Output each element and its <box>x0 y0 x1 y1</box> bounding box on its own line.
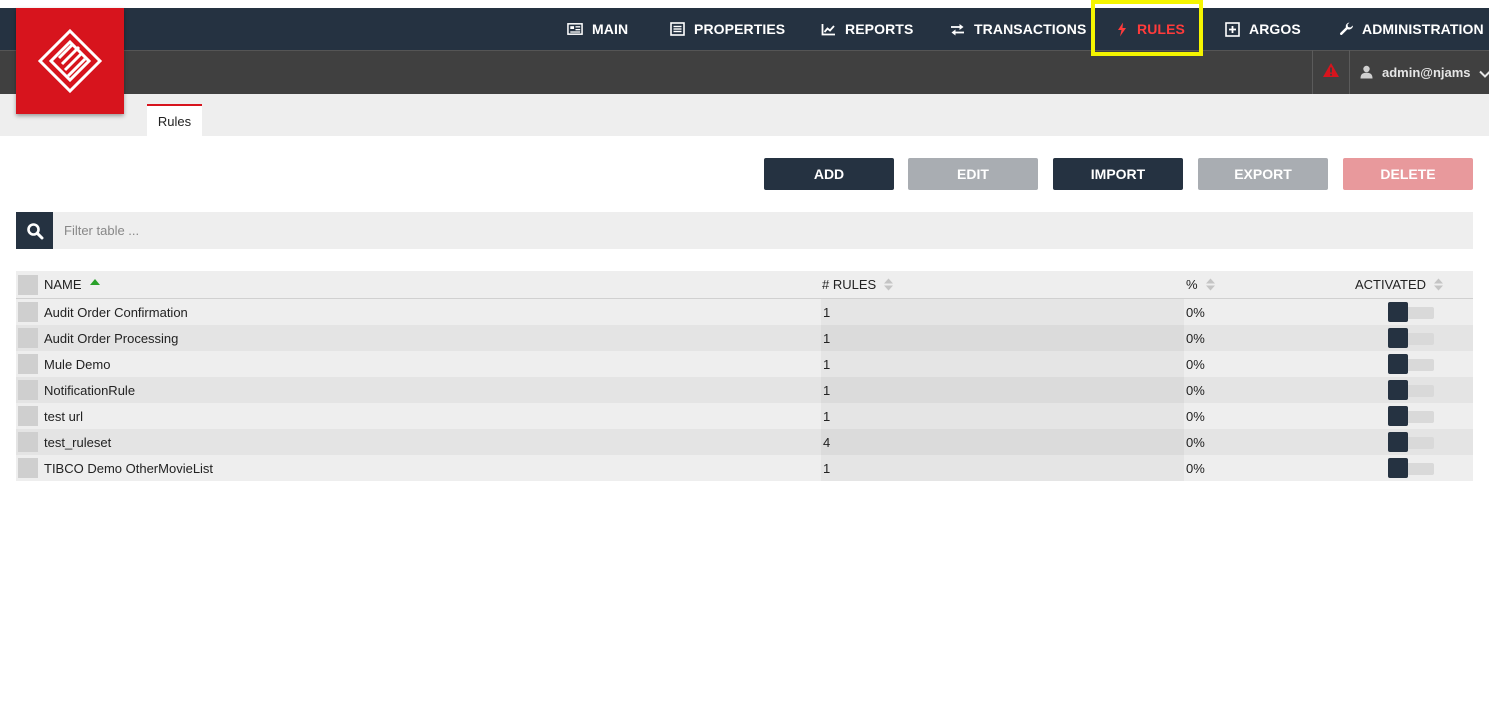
rule-count: 1 <box>823 460 831 476</box>
tab-strip <box>0 94 1489 136</box>
nav-properties[interactable]: PROPERTIES <box>669 8 785 50</box>
row-checkbox[interactable] <box>18 302 38 322</box>
activated-toggle[interactable] <box>1388 458 1435 478</box>
rule-count: 1 <box>823 408 831 424</box>
row-checkbox[interactable] <box>18 406 38 426</box>
col-activated-label: ACTIVATED <box>1355 277 1427 292</box>
table-row[interactable]: TIBCO Demo OtherMovieList 1 0% <box>16 455 1473 481</box>
row-checkbox[interactable] <box>18 458 38 478</box>
row-checkbox[interactable] <box>18 328 38 348</box>
rule-percent: 0% <box>1186 434 1205 450</box>
nav-reports[interactable]: REPORTS <box>820 8 913 50</box>
col-rules-header[interactable]: # RULES <box>822 271 894 298</box>
col-percent-header[interactable]: % <box>1186 271 1215 298</box>
rule-name: test url <box>44 408 84 424</box>
col-name-label: NAME <box>44 277 82 292</box>
logo-icon <box>37 28 103 94</box>
nav-main-label: MAIN <box>592 21 629 37</box>
rule-count: 1 <box>823 382 831 398</box>
search-icon[interactable] <box>16 212 53 249</box>
nav-reports-label: REPORTS <box>845 21 914 37</box>
newspaper-icon <box>567 21 583 37</box>
rule-name: Audit Order Confirmation <box>44 304 188 320</box>
divider <box>1312 50 1313 94</box>
table-row[interactable]: Audit Order Processing 1 0% <box>16 325 1473 351</box>
activated-toggle[interactable] <box>1388 354 1435 374</box>
edit-button[interactable]: EDIT <box>908 158 1038 190</box>
rule-count: 1 <box>823 330 831 346</box>
col-activated-header[interactable]: ACTIVATED <box>1355 271 1444 298</box>
rules-table: NAME # RULES % ACTIVATED Audit Order Con… <box>16 271 1473 481</box>
row-checkbox[interactable] <box>18 380 38 400</box>
chart-line-icon <box>820 21 836 37</box>
nav-properties-label: PROPERTIES <box>694 21 786 37</box>
rule-name: test_ruleset <box>44 434 112 450</box>
rule-name: NotificationRule <box>44 382 136 398</box>
warning-icon[interactable] <box>1322 62 1340 80</box>
rule-count: 4 <box>823 434 831 450</box>
activated-toggle[interactable] <box>1388 432 1435 452</box>
rule-percent: 0% <box>1186 460 1205 476</box>
col-name-header[interactable]: NAME <box>44 271 100 298</box>
plus-square-icon <box>1224 21 1240 37</box>
divider <box>1349 50 1350 94</box>
col-percent-label: % <box>1186 277 1198 292</box>
rule-percent: 0% <box>1186 330 1205 346</box>
nav-rules[interactable]: RULES <box>1116 8 1185 50</box>
sort-asc-icon <box>89 279 100 285</box>
import-button[interactable]: IMPORT <box>1053 158 1183 190</box>
sort-icon <box>1205 278 1215 291</box>
nav-administration-label: ADMINISTRATION <box>1362 21 1484 37</box>
exchange-icon <box>949 21 965 37</box>
filter-input[interactable] <box>55 212 1465 249</box>
app-logo[interactable] <box>16 8 124 114</box>
rule-name: TIBCO Demo OtherMovieList <box>44 460 214 476</box>
rule-percent: 0% <box>1186 408 1205 424</box>
activated-toggle[interactable] <box>1388 302 1435 322</box>
sort-icon <box>1434 278 1444 291</box>
nav-transactions-label: TRANSACTIONS <box>974 21 1087 37</box>
user-menu[interactable]: admin@njams <box>1360 50 1489 94</box>
table-header: NAME # RULES % ACTIVATED <box>16 271 1473 299</box>
row-checkbox[interactable] <box>18 354 38 374</box>
nav-argos[interactable]: ARGOS <box>1224 8 1301 50</box>
table-row[interactable]: NotificationRule 1 0% <box>16 377 1473 403</box>
activated-toggle[interactable] <box>1388 406 1435 426</box>
bolt-icon <box>1116 21 1128 37</box>
rule-name: Audit Order Processing <box>44 330 179 346</box>
col-rules-label: # RULES <box>822 277 877 292</box>
user-bar <box>0 50 1489 94</box>
select-all-checkbox[interactable] <box>18 275 38 295</box>
rule-count: 1 <box>823 356 831 372</box>
table-row[interactable]: test url 1 0% <box>16 403 1473 429</box>
nav-transactions[interactable]: TRANSACTIONS <box>949 8 1086 50</box>
rule-percent: 0% <box>1186 382 1205 398</box>
tab-rules[interactable]: Rules <box>147 104 202 136</box>
add-button[interactable]: ADD <box>764 158 894 190</box>
user-name: admin@njams <box>1382 64 1471 80</box>
table-row[interactable]: Mule Demo 1 0% <box>16 351 1473 377</box>
activated-toggle[interactable] <box>1388 380 1435 400</box>
rule-name: Mule Demo <box>44 356 111 372</box>
nav-rules-label: RULES <box>1137 21 1185 37</box>
user-icon <box>1360 65 1374 79</box>
table-row[interactable]: test_ruleset 4 0% <box>16 429 1473 455</box>
sort-icon <box>884 278 894 291</box>
nav-administration[interactable]: ADMINISTRATION <box>1338 8 1484 50</box>
nav-argos-label: ARGOS <box>1249 21 1301 37</box>
rule-count: 1 <box>823 304 831 320</box>
activated-toggle[interactable] <box>1388 328 1435 348</box>
rule-percent: 0% <box>1186 304 1205 320</box>
wrench-icon <box>1338 21 1354 37</box>
chevron-down-icon <box>1478 66 1489 78</box>
row-checkbox[interactable] <box>18 432 38 452</box>
list-icon <box>669 21 685 37</box>
table-row[interactable]: Audit Order Confirmation 1 0% <box>16 299 1473 325</box>
delete-button[interactable]: DELETE <box>1343 158 1473 190</box>
nav-main[interactable]: MAIN <box>567 8 628 50</box>
rule-percent: 0% <box>1186 356 1205 372</box>
export-button[interactable]: EXPORT <box>1198 158 1328 190</box>
